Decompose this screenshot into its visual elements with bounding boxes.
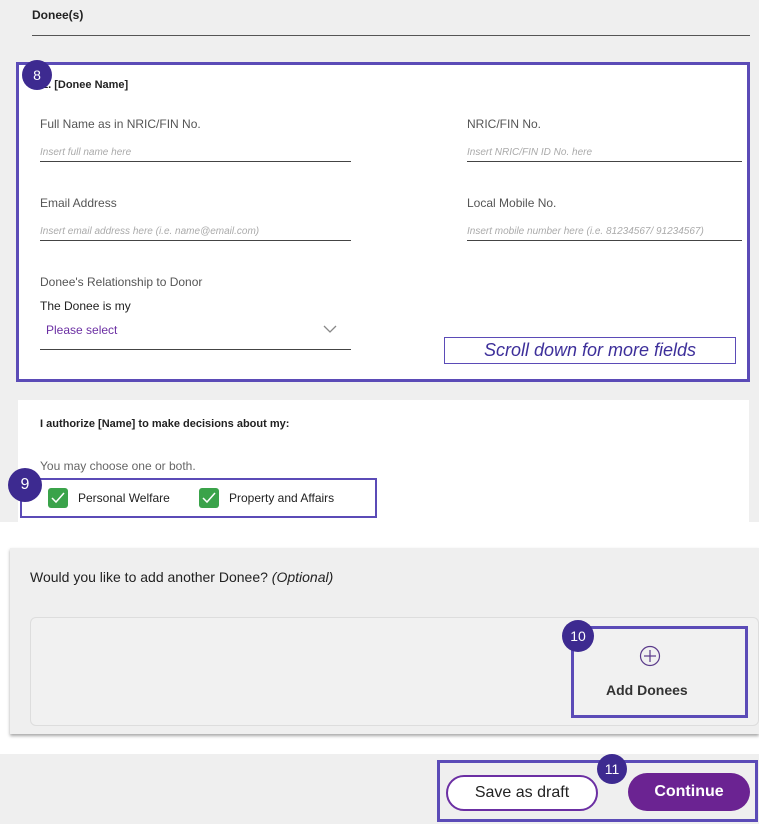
add-donee-question-text: Would you like to add another Donee? xyxy=(30,569,268,585)
authorize-hint: You may choose one or both. xyxy=(40,459,196,473)
optional-label: (Optional) xyxy=(271,569,334,585)
highlight-checkboxes xyxy=(20,478,377,518)
title-divider xyxy=(32,35,750,36)
step-badge: 10 xyxy=(562,620,594,652)
add-donee-question: Would you like to add another Donee? (Op… xyxy=(30,569,333,585)
highlight-add-donees xyxy=(571,626,748,718)
step-badge: 11 xyxy=(597,754,627,784)
highlight-donee-fields xyxy=(16,62,750,382)
authorize-heading: I authorize [Name] to make decisions abo… xyxy=(40,418,290,430)
step-badge: 8 xyxy=(22,60,52,90)
section-title: Donee(s) xyxy=(32,8,84,22)
step-badge: 9 xyxy=(8,468,42,502)
